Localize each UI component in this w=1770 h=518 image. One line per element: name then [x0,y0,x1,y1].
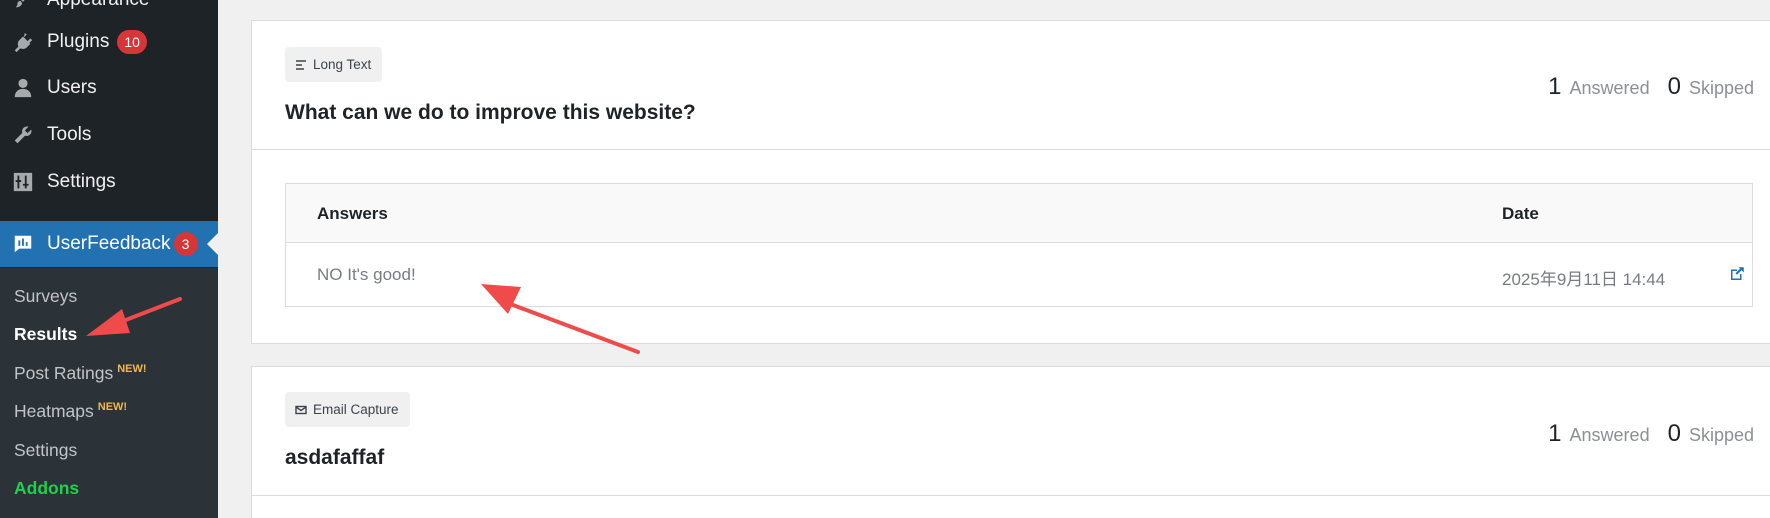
response-stats: 1 Answered 0 Skipped [1548,73,1754,101]
menu-label: Plugins [47,31,110,52]
skipped-count: 0 [1667,420,1681,447]
card-divider [252,149,1770,150]
menu-label: UserFeedback [47,233,171,254]
new-responses-badge: 3 [173,232,198,256]
active-indicator [207,233,218,255]
answered-count: 1 [1548,420,1562,447]
new-tag: NEW! [97,401,128,414]
column-header-answers: Answers [317,204,388,223]
answer-text: NO It's good! [317,265,416,284]
menu-label: Users [47,77,97,98]
menu-item-users[interactable]: Users [0,65,218,111]
update-count-badge: 10 [117,30,147,54]
question-title: asdafaffaf [285,446,385,469]
answered-label: Answered [1569,425,1650,445]
question-card: Long Text What can we do to improve this… [251,20,1770,344]
menu-item-userfeedback[interactable]: UserFeedback 3 [0,221,218,267]
answer-date: 2025年9月11日 14:44 [1502,270,1666,289]
menu-item-settings[interactable]: Settings [0,159,218,205]
new-tag: NEW! [117,363,147,376]
answers-table: Answers Date NO It's good! 2025年9月11日 14… [285,183,1753,307]
sliders-icon [11,170,35,194]
envelope-icon [295,405,307,414]
question-card: Email Capture asdafaffaf 1 Answered 0 Sk… [251,366,1770,518]
userfeedback-icon [11,232,35,256]
submenu-results[interactable]: Results [14,324,77,345]
userfeedback-submenu: Surveys Results Post Ratings NEW! Heatmap… [0,268,218,518]
submenu-addons[interactable]: Addons [14,478,79,499]
skipped-count: 0 [1667,73,1681,100]
submenu-heatmaps[interactable]: Heatmaps NEW! [14,401,127,422]
answered-label: Answered [1569,78,1650,98]
skipped-label: Skipped [1688,78,1754,98]
column-header-date: Date [1502,204,1539,223]
response-stats: 1 Answered 0 Skipped [1548,420,1754,448]
submenu-settings[interactable]: Settings [14,440,77,461]
plug-icon [11,30,35,54]
wrench-icon [11,123,35,147]
external-link-icon[interactable] [1728,265,1746,283]
user-icon [11,76,35,100]
answered-count: 1 [1548,73,1562,100]
admin-sidebar: Appearance Plugins 10 Users Tools Settin… [0,0,218,518]
submenu-post-ratings[interactable]: Post Ratings NEW! [14,363,147,384]
question-title: What can we do to improve this website? [285,101,696,124]
paintbrush-icon [11,0,35,12]
text-lines-icon [296,59,306,70]
question-type-tag: Long Text [285,47,383,82]
menu-item-plugins[interactable]: Plugins 10 [0,19,218,65]
menu-label: Settings [47,171,116,192]
menu-label: Tools [47,124,92,145]
submenu-surveys[interactable]: Surveys [14,286,77,307]
card-divider [252,495,1770,496]
question-type-tag: Email Capture [285,392,410,427]
menu-label: Appearance [47,0,149,11]
skipped-label: Skipped [1688,425,1754,445]
menu-item-tools[interactable]: Tools [0,112,218,158]
table-header: Answers Date [286,184,1752,243]
